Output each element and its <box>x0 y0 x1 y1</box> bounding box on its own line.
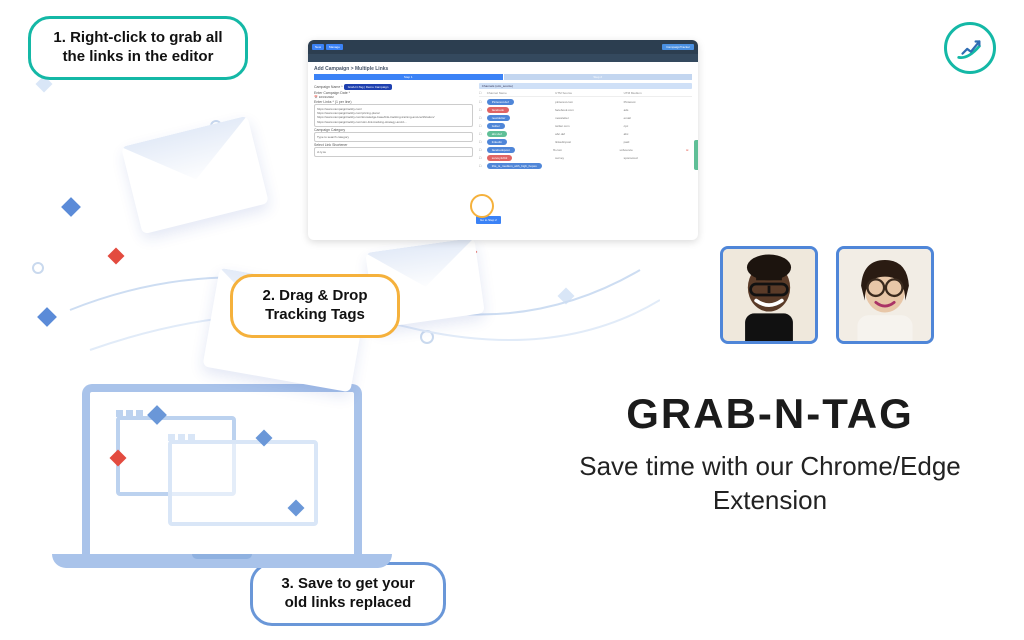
table-row[interactable]: ☐linkedinlinkedinpostpaid <box>479 139 692 145</box>
table-row[interactable]: ☐Pinterest.defpinterest.comPinterest <box>479 99 692 105</box>
app-page-title: Add Campaign > Multiple Links <box>314 66 692 72</box>
table-row[interactable]: ☐newsletternewsletteremail <box>479 115 692 121</box>
side-feedback-tab[interactable] <box>694 140 698 170</box>
campaign-date-value[interactable]: 10/31/2022 <box>319 95 334 99</box>
callout-step1: 1. Right-click to grab all the links in … <box>28 16 248 80</box>
app-step-bar: Step 1 Step 2 <box>314 74 692 80</box>
save-step2-button[interactable]: Go to Step 2 <box>476 216 501 224</box>
product-title: GRAB-N-TAG <box>550 390 990 438</box>
avatar <box>720 246 818 344</box>
table-row[interactable]: ☐this_is_medium_with_high_hopes <box>479 163 692 169</box>
table-row[interactable]: ☐abc.defabc.defabc <box>479 131 692 137</box>
label-campaign-name: Campaign Name * <box>314 85 343 89</box>
avatar <box>836 246 934 344</box>
table-row[interactable]: ☐twittertwitter.comcpc <box>479 123 692 129</box>
col-source: UTM Source <box>555 91 623 95</box>
app-step-2[interactable]: Step 2 <box>504 74 693 80</box>
laptop-illustration <box>52 384 392 610</box>
deco-square <box>37 307 57 327</box>
channels-table: ☐ Channel Name UTM Source UTM Medium ☐Pi… <box>479 91 692 169</box>
links-textarea[interactable]: https://www.campaigntrackly.com/ https:/… <box>314 104 473 127</box>
app-brand-chip: CampaignTracker <box>662 44 694 50</box>
deco-square <box>61 197 81 217</box>
avatar-group <box>720 246 934 344</box>
table-row[interactable]: ☐survey1242surveysponsored <box>479 155 692 161</box>
table-row[interactable]: ☐facebookfacebook.comads <box>479 107 692 113</box>
brand-logo <box>944 22 996 74</box>
product-subtitle: Save time with our Chrome/Edge Extension <box>550 450 990 518</box>
col-medium: UTM Medium <box>624 91 692 95</box>
app-nav-btn[interactable]: New <box>312 44 324 50</box>
callout-step2: 2. Drag & Drop Tracking Tags <box>230 274 400 338</box>
category-input[interactable]: Type to search category <box>314 132 473 142</box>
table-row[interactable]: ☐facebookpostfb.comunbounce⊖ <box>479 147 692 153</box>
right-panel-title: Channels (utm_source) <box>479 83 692 89</box>
col-channel: Channel Name <box>487 91 555 95</box>
envelope-illustration <box>121 116 269 235</box>
chart-up-icon <box>955 33 985 63</box>
app-step-1[interactable]: Step 1 <box>314 74 503 80</box>
app-nav-btn[interactable]: Manage <box>326 44 343 50</box>
app-screenshot: New Manage CampaignTracker Add Campaign … <box>308 40 698 240</box>
campaign-name-value[interactable]: Grab-N-Tag | Demo Campaign <box>344 84 393 90</box>
deco-ring <box>32 262 44 274</box>
shortener-select[interactable]: ct.ly.su <box>314 147 473 157</box>
